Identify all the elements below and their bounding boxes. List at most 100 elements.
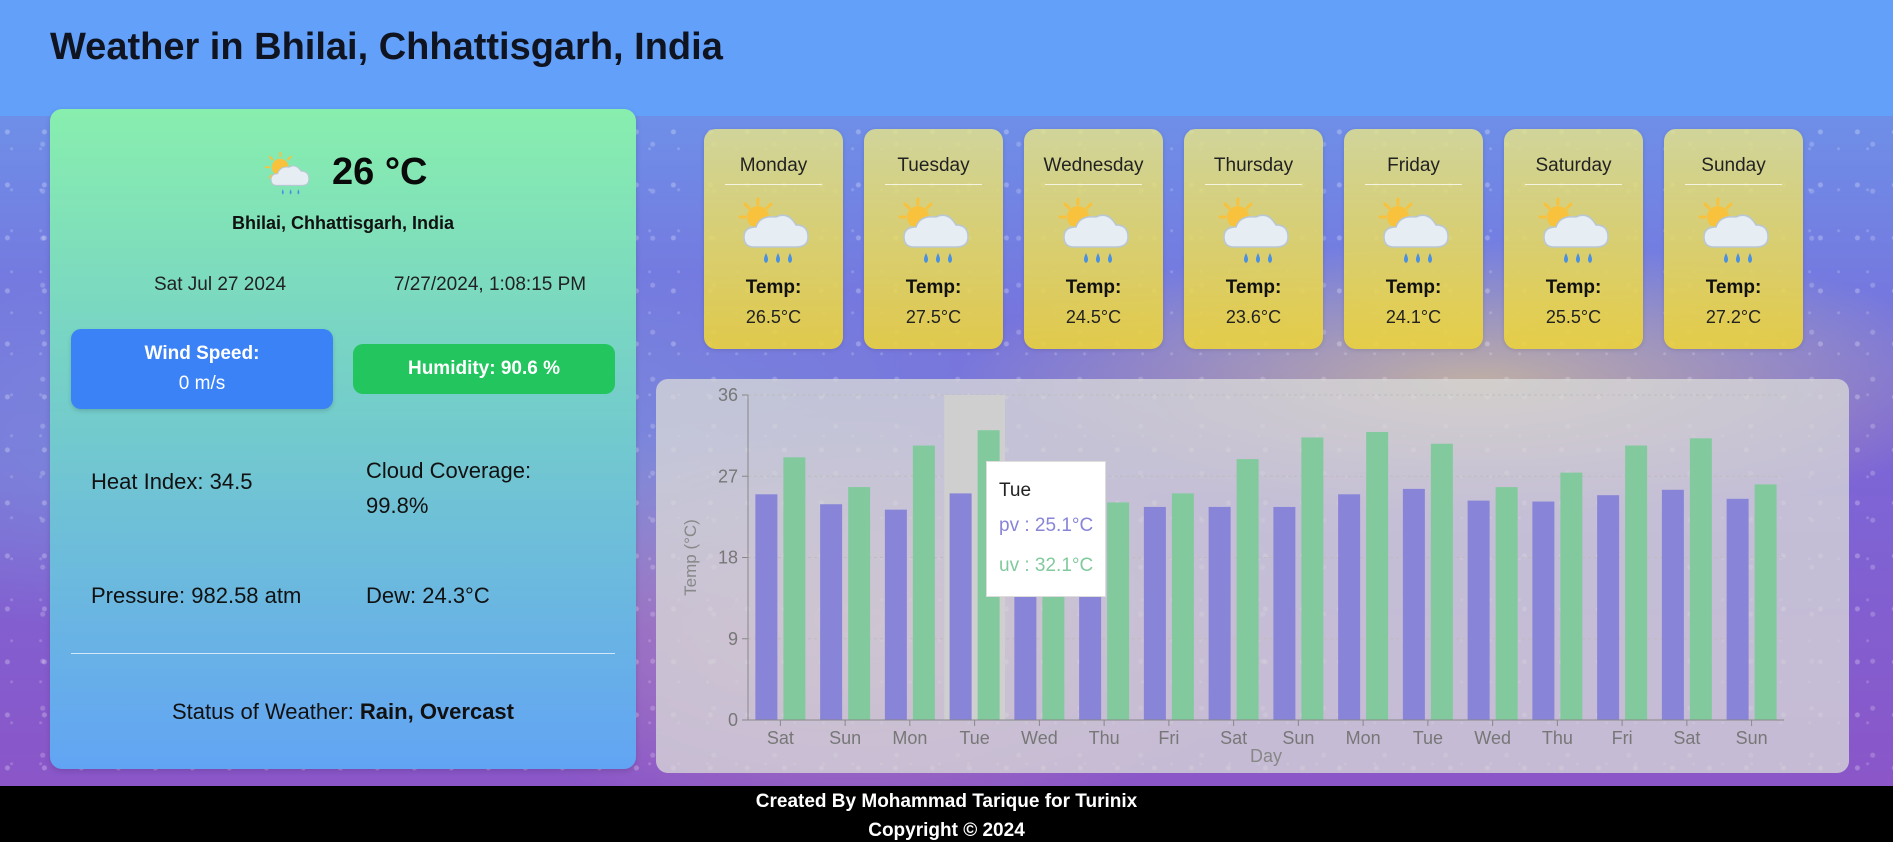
y-tick-label: 27 [718,466,738,486]
humidity-badge: Humidity: 90.6 % [353,344,615,394]
divider [1685,184,1782,185]
x-tick-label: Mon [1346,728,1381,748]
x-tick-label: Thu [1542,728,1573,748]
divider [1525,184,1622,185]
forecast-temp: 23.6°C [1225,307,1282,327]
bar-pv [820,504,843,720]
footer-copyright: Copyright © 2024 [868,820,1025,841]
bar-uv [1171,493,1194,720]
page-title: Weather in Bhilai, Chhattisgarh, India [50,26,723,68]
weather-status: Status of Weather: Rain, Overcast [50,699,636,725]
bar-uv [1236,459,1259,720]
forecast-temp-label: Temp: [1545,277,1602,298]
tooltip-pv: pv : 25.1°C [999,515,1094,536]
current-datetime: 7/27/2024, 1:08:15 PM [393,274,587,295]
bar-uv [1107,502,1130,720]
forecast-card-monday: Monday Temp: 26.5°C [704,129,843,349]
divider [1045,184,1142,185]
divider [71,653,615,654]
forecast-temp-label: Temp: [905,277,962,298]
forecast-temp: 24.5°C [1065,307,1122,327]
divider [885,184,982,185]
heat-index: Heat Index: 34.5 [91,469,253,494]
y-tick-label: 9 [728,629,738,649]
forecast-day: Sunday [1701,155,1766,176]
cloud-coverage: Cloud Coverage: 99.8% [366,458,532,518]
x-tick-label: Sat [767,728,794,748]
bar-pv [884,509,907,720]
bar-pv [1597,495,1620,720]
forecast-temp: 25.5°C [1545,307,1602,327]
forecast-card-sunday: Sunday Temp: 27.2°C [1664,129,1803,349]
x-tick-label: Wed [1474,728,1511,748]
forecast-temp-label: Temp: [1065,277,1122,298]
forecast-temp: 27.5°C [905,307,962,327]
pressure: Pressure: 982.58 atm [91,583,302,608]
x-tick-label: Sun [829,728,861,748]
bar-pv [1208,506,1231,720]
current-date: Sat Jul 27 2024 [153,274,287,295]
bar-pv [755,494,778,720]
x-tick-label: Fri [1612,728,1633,748]
forecast-card-friday: Friday Temp: 24.1°C [1344,129,1483,349]
divider [1365,184,1462,185]
bar-pv [1273,506,1296,720]
temperature-chart[interactable]: Sat Sun Mon Tue Wed Thu Fri Sat Sun Mon Tue Wed Thu F… [656,379,1849,773]
forecast-day: Saturday [1535,155,1612,176]
partly-sunny-rain-icon [1218,197,1289,263]
weather-status-label: Status of Weather: [172,699,360,724]
bar-uv [1301,437,1324,720]
partly-sunny-rain-icon [1538,197,1609,263]
forecast-day: Wednesday [1043,155,1144,176]
bar-pv [1402,488,1425,720]
bar-uv [1560,472,1583,720]
x-tick-label: Mon [892,728,927,748]
bar-uv [848,487,871,720]
y-tick-label: 18 [718,548,738,568]
footer: Created By Mohammad Tarique for Turinix … [0,786,1893,842]
tooltip-uv: uv : 32.1°C [999,555,1094,576]
divider [725,184,822,185]
forecast-card-thursday: Thursday Temp: 23.6°C [1184,129,1323,349]
bar-pv [1532,501,1555,720]
bar-uv [1625,445,1648,720]
tooltip-day: Tue [999,480,1032,501]
forecast-day: Friday [1387,155,1440,176]
bar-pv [1338,494,1361,720]
wind-speed-value: 0 m/s [178,373,226,394]
bar-pv [1143,506,1166,720]
x-tick-label: Tue [1413,728,1443,748]
dew-point: Dew: 24.3°C [366,583,490,608]
y-axis-label: Temp (°C) [681,519,700,596]
x-tick-label: Thu [1089,728,1120,748]
bar-uv [1689,438,1712,720]
x-tick-label: Sun [1736,728,1768,748]
x-tick-label: Sat [1673,728,1700,748]
weather-status-value: Rain, Overcast [359,699,514,724]
partly-sunny-rain-icon [738,197,809,263]
x-tick-label: Sat [1220,728,1247,748]
forecast-temp-label: Temp: [1385,277,1442,298]
bar-uv [912,445,935,720]
forecast-temp-label: Temp: [1225,277,1282,298]
partly-sunny-rain-icon [1058,197,1129,263]
partly-sunny-rain-icon [1698,197,1769,263]
x-tick-label: Fri [1158,728,1179,748]
forecast-card-wednesday: Wednesday Temp: 24.5°C [1024,129,1163,349]
wind-speed-badge: Wind Speed: 0 m/s [71,329,333,409]
chart-svg: Sat Sun Mon Tue Wed Thu Fri Sat Sun Mon Tue Wed Thu F… [681,385,1784,766]
partly-sunny-rain-icon [264,151,310,195]
partly-sunny-rain-icon [1378,197,1449,263]
bar-pv [949,493,972,720]
forecast-day: Thursday [1213,155,1294,176]
top-bar: Weather in Bhilai, Chhattisgarh, India [0,0,1893,116]
bar-uv [1754,484,1777,720]
forecast-day: Monday [739,155,808,176]
current-temperature: 26 °C [332,151,428,193]
footer-credit: Created By Mohammad Tarique for Turinix [755,791,1138,812]
forecast-card-saturday: Saturday Temp: 25.5°C [1504,129,1643,349]
bar-uv [1495,487,1518,720]
forecast-temp: 24.1°C [1385,307,1442,327]
x-tick-label: Wed [1021,728,1058,748]
current-location: Bhilai, Chhattisgarh, India [231,213,455,233]
